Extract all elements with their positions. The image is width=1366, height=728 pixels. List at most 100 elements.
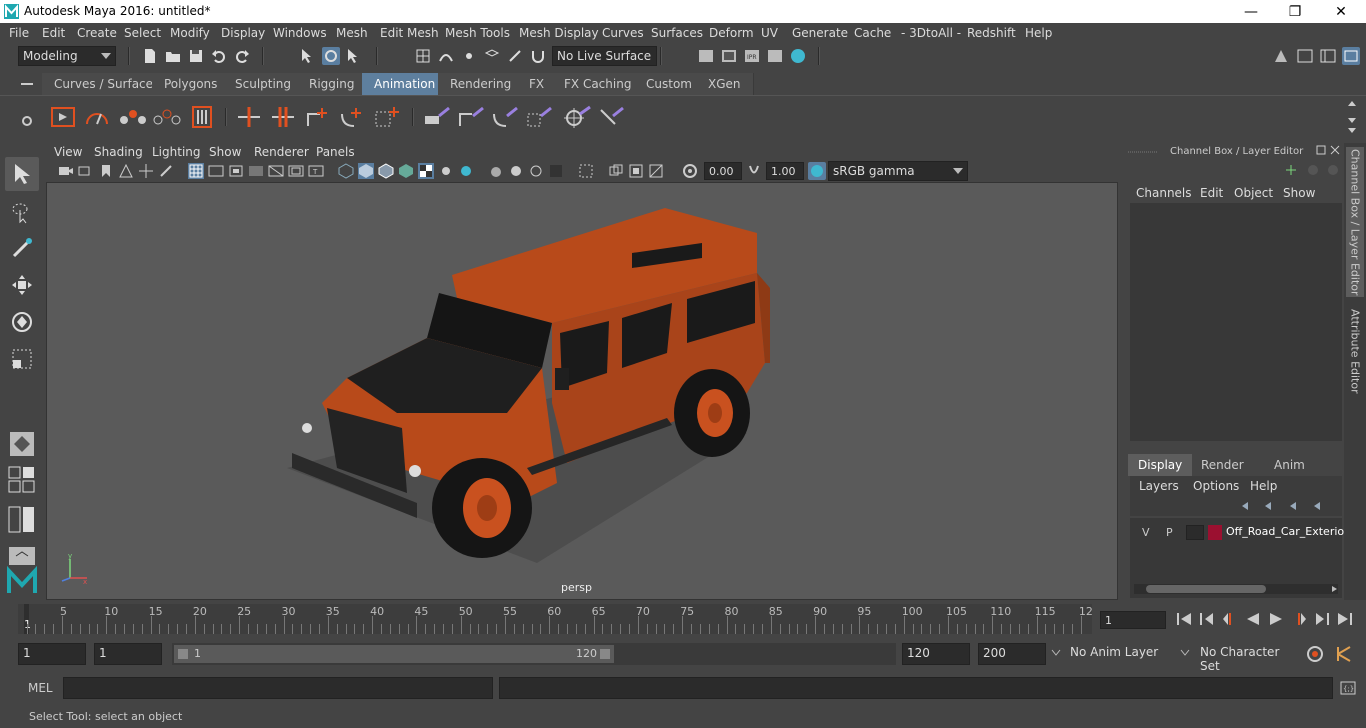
- save-scene-icon[interactable]: [187, 47, 205, 65]
- magnet-icon[interactable]: [529, 47, 547, 65]
- new-scene-icon[interactable]: [141, 47, 159, 65]
- bookmark-icon[interactable]: [98, 163, 114, 179]
- range-slider-handle[interactable]: 1 120: [174, 645, 614, 663]
- breakdown-key-icon[interactable]: [152, 104, 182, 130]
- close-panel-icon[interactable]: [1330, 145, 1340, 155]
- play-forwards-icon[interactable]: [1268, 612, 1284, 626]
- paint-select-tool-button[interactable]: [5, 231, 39, 265]
- range-start-grip[interactable]: [178, 649, 188, 659]
- auto-key-icon[interactable]: [1306, 645, 1324, 663]
- resolution-gate-icon[interactable]: [228, 163, 244, 179]
- gamma-field[interactable]: 1.00: [766, 162, 804, 180]
- layer-color-swatch[interactable]: [1208, 525, 1222, 540]
- film-gate-icon[interactable]: [208, 163, 224, 179]
- character-set-dropdown[interactable]: No Character Set: [1196, 643, 1300, 673]
- menu-cache[interactable]: Cache: [854, 26, 891, 40]
- tab-sculpting[interactable]: Sculpting: [223, 73, 305, 95]
- tab-fx-caching[interactable]: FX Caching: [552, 73, 645, 95]
- tab-render-layers[interactable]: Render: [1191, 454, 1254, 476]
- parent-constraint-icon[interactable]: [422, 104, 452, 130]
- anim-layer-dropdown[interactable]: No Anim Layer: [1066, 643, 1168, 665]
- create-cluster-icon[interactable]: [372, 104, 402, 130]
- dope-sheet-icon[interactable]: [189, 104, 215, 130]
- color-management-icon[interactable]: [808, 162, 826, 180]
- aim-constraint-icon[interactable]: [562, 104, 592, 130]
- maximize-button[interactable]: ❐: [1272, 0, 1318, 23]
- select-tool-button[interactable]: [5, 157, 39, 191]
- animation-preferences-icon[interactable]: [1334, 645, 1354, 663]
- layer-visibility-toggle[interactable]: V: [1142, 526, 1150, 539]
- menu-surfaces[interactable]: Surfaces: [651, 26, 703, 40]
- end-time-field[interactable]: 120: [902, 643, 970, 665]
- menu-windows[interactable]: Windows: [273, 26, 327, 40]
- viewport-menu-show[interactable]: Show: [209, 145, 241, 159]
- tab-animation[interactable]: Animation: [362, 73, 449, 95]
- layer-playback-toggle[interactable]: P: [1166, 526, 1173, 539]
- menu-mesh[interactable]: Mesh: [336, 26, 368, 40]
- isolate-select-icon[interactable]: [578, 163, 594, 179]
- field-chart-icon[interactable]: [268, 163, 284, 179]
- minimize-button[interactable]: —: [1228, 0, 1274, 23]
- camera-select-icon[interactable]: [58, 163, 74, 179]
- live-surface-field[interactable]: No Live Surface: [552, 46, 657, 66]
- tab-rigging[interactable]: Rigging: [297, 73, 368, 95]
- exposure-icon[interactable]: [682, 163, 698, 179]
- tab-custom[interactable]: Custom: [634, 73, 705, 95]
- shadows-icon[interactable]: [438, 163, 454, 179]
- wireframe-icon[interactable]: [338, 163, 354, 179]
- speed-icon[interactable]: [1306, 163, 1320, 177]
- channel-box-menu-object[interactable]: Object: [1234, 186, 1273, 200]
- tab-attribute-editor[interactable]: Attribute Editor: [1346, 303, 1364, 399]
- tab-xgen[interactable]: XGen: [696, 73, 754, 95]
- two-d-pan-zoom-icon[interactable]: [138, 163, 154, 179]
- channel-box-menu-edit[interactable]: Edit: [1200, 186, 1223, 200]
- step-back-frame-icon[interactable]: [1199, 612, 1215, 626]
- lasso-tool-button[interactable]: [5, 195, 39, 229]
- viewport-menu-lighting[interactable]: Lighting: [152, 145, 201, 159]
- channel-box-menu-show[interactable]: Show: [1283, 186, 1315, 200]
- playblast-icon[interactable]: [50, 104, 76, 130]
- set-key-icon[interactable]: [118, 104, 148, 130]
- viewport-menu-view[interactable]: View: [54, 145, 82, 159]
- menu-select[interactable]: Select: [124, 26, 161, 40]
- channel-list-area[interactable]: [1130, 203, 1342, 441]
- range-end-grip[interactable]: [600, 649, 610, 659]
- scroll-right-icon[interactable]: [1330, 585, 1338, 593]
- menu-edit[interactable]: Edit: [42, 26, 65, 40]
- menu-display[interactable]: Display: [221, 26, 265, 40]
- graph-editor-icon[interactable]: [84, 104, 110, 130]
- layer-scrollbar[interactable]: [1134, 584, 1338, 594]
- pole-vector-constraint-icon[interactable]: [597, 104, 627, 130]
- select-by-object-icon[interactable]: [322, 47, 340, 65]
- wireframe-on-shaded-icon[interactable]: [378, 163, 394, 179]
- move-tool-button[interactable]: [5, 268, 39, 302]
- menu-3dtoall[interactable]: - 3DtoAll -: [901, 26, 961, 40]
- snap-to-point-icon[interactable]: [460, 47, 478, 65]
- attribute-editor-toggle-icon[interactable]: [1296, 47, 1314, 65]
- command-language-label[interactable]: MEL: [28, 681, 53, 695]
- frame-all-icon[interactable]: [608, 163, 624, 179]
- multisample-icon[interactable]: [508, 163, 524, 179]
- go-to-end-icon[interactable]: [1337, 612, 1353, 626]
- camera-lock-icon[interactable]: [78, 163, 94, 179]
- maya-home-button[interactable]: [5, 563, 39, 597]
- ambient-occlusion-icon[interactable]: [458, 163, 474, 179]
- render-view-icon[interactable]: [766, 47, 784, 65]
- menu-modify[interactable]: Modify: [170, 26, 210, 40]
- animation-end-field[interactable]: 200: [978, 643, 1046, 665]
- menu-redshift[interactable]: Redshift: [967, 26, 1016, 40]
- redo-icon[interactable]: [233, 47, 251, 65]
- chevron-down-icon[interactable]: [1051, 649, 1061, 657]
- move-layer-up-icon[interactable]: [1240, 500, 1256, 512]
- grease-pencil-icon[interactable]: [158, 163, 174, 179]
- snap-to-view-plane-icon[interactable]: [483, 47, 501, 65]
- scale-constraint-icon[interactable]: [524, 104, 554, 130]
- layer-name[interactable]: Off_Road_Car_Exterior: [1226, 525, 1349, 538]
- go-to-start-icon[interactable]: [1176, 612, 1192, 626]
- safe-title-icon[interactable]: T: [308, 163, 324, 179]
- shelf-menu-icon[interactable]: [20, 79, 34, 91]
- layer-menu-layers[interactable]: Layers: [1139, 479, 1179, 493]
- snap-to-grid-icon[interactable]: [414, 47, 432, 65]
- menu-edit-mesh[interactable]: Edit Mesh: [380, 26, 439, 40]
- panel-drag-handle-icon[interactable]: [1128, 149, 1158, 155]
